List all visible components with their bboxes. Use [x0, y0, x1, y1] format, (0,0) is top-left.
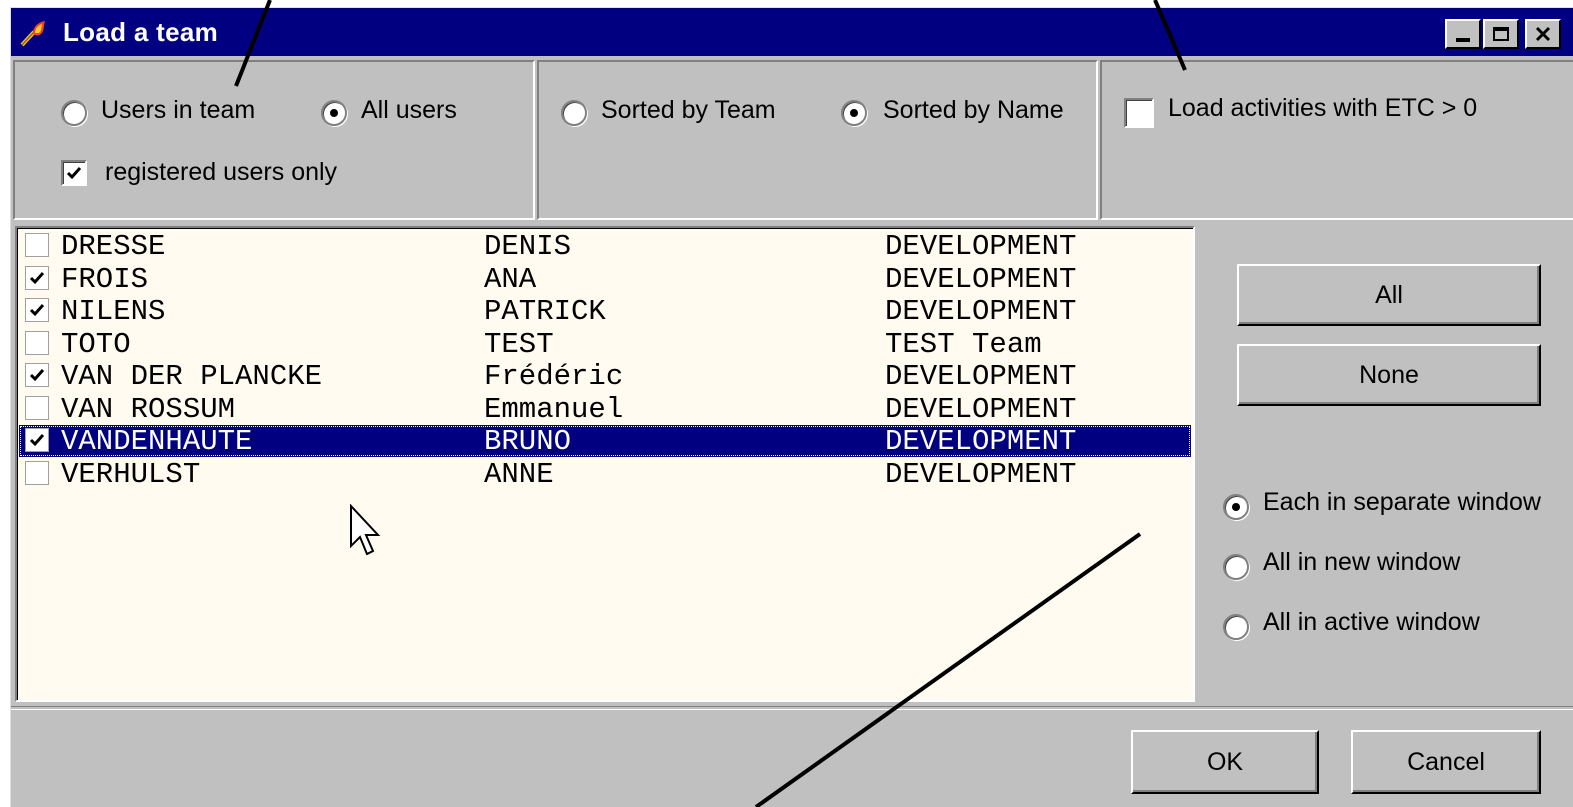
annotation-line-right: [1153, 0, 1187, 71]
annotation-line-bottom: [754, 532, 1142, 807]
annotation-line-left: [234, 0, 272, 87]
annotation-overlay: [234, 0, 1187, 807]
